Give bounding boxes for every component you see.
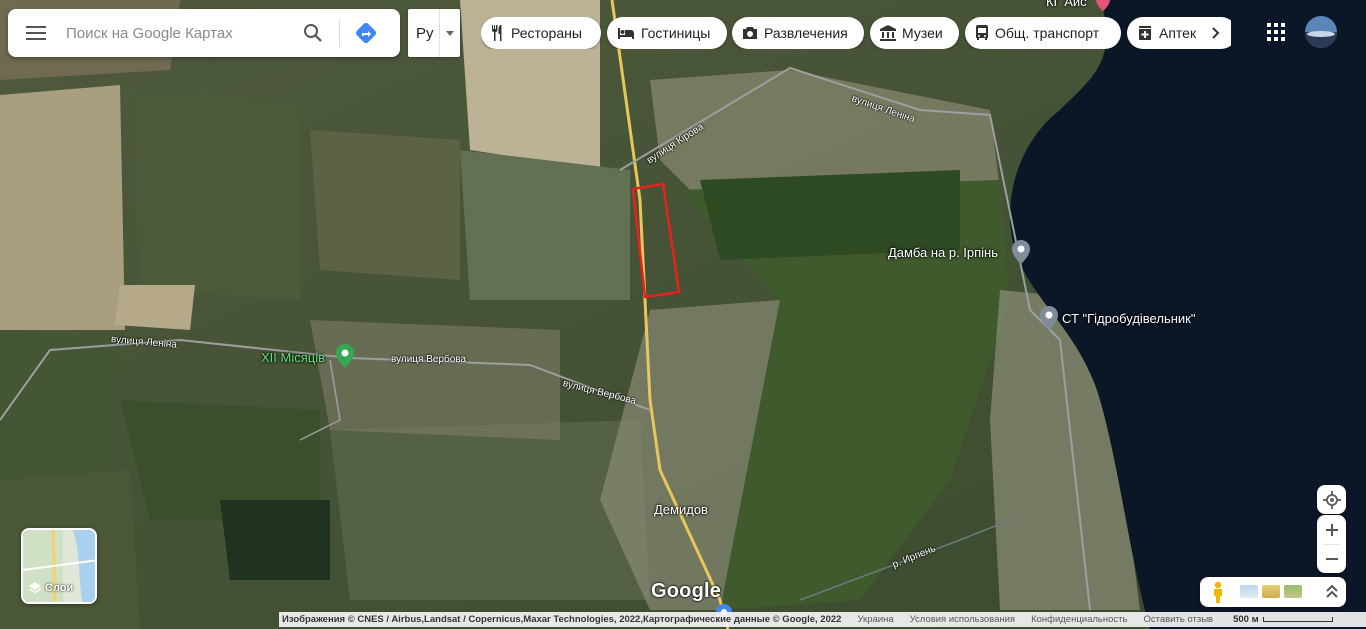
park-pin-icon[interactable] xyxy=(336,344,354,368)
google-logo: Google xyxy=(651,580,722,602)
imagery-credits: Изображения © CNES / Airbus,Landsat / Co… xyxy=(282,614,842,625)
location-pin-icon[interactable] xyxy=(1012,240,1030,264)
place-label-st-gidro[interactable]: СТ "Гідробудівельник" xyxy=(1062,311,1195,326)
street-view-tray xyxy=(1200,577,1346,607)
chip-label: Гостиницы xyxy=(641,25,711,41)
heart-pin-icon[interactable] xyxy=(1096,0,1110,12)
place-label-demidov[interactable]: Демидов xyxy=(654,502,708,517)
feedback-link[interactable]: Оставить отзыв xyxy=(1143,614,1213,625)
bus-icon xyxy=(976,25,988,40)
imagery-thumb-1[interactable] xyxy=(1240,585,1258,598)
chip-label: Рестораны xyxy=(511,25,582,41)
zoom-controls xyxy=(1317,515,1346,573)
chip-label: Развлечения xyxy=(764,25,848,41)
terms-link[interactable]: Условия использования xyxy=(910,614,1015,625)
place-label-damba[interactable]: Дамба на р. Ірпінь xyxy=(888,245,998,260)
caret-down-icon xyxy=(446,30,454,36)
search-icon xyxy=(304,24,322,42)
profile-photo-icon xyxy=(1305,16,1337,48)
apps-grid-icon xyxy=(1267,23,1285,41)
plus-icon xyxy=(1325,523,1338,536)
imagery-thumb-2[interactable] xyxy=(1262,585,1280,598)
avatar[interactable] xyxy=(1305,16,1337,48)
chip-transit[interactable]: Общ. транспорт xyxy=(965,17,1121,49)
imagery-thumb-3[interactable] xyxy=(1284,585,1302,598)
search-box xyxy=(8,9,400,57)
chips-next-button[interactable] xyxy=(1200,17,1231,49)
scale-line xyxy=(1262,617,1333,622)
language-select[interactable]: Ру xyxy=(408,9,460,57)
chip-restaurants[interactable]: Рестораны xyxy=(481,17,601,49)
chip-museums[interactable]: Музеи xyxy=(870,17,959,49)
my-location-button[interactable] xyxy=(1317,485,1346,514)
category-chips: Рестораны Гостиницы Развлечения Музеи Об… xyxy=(481,17,1231,49)
fork-knife-icon xyxy=(492,25,502,41)
layers-label: Слои xyxy=(29,582,73,594)
minus-icon xyxy=(1325,557,1338,560)
my-location-icon xyxy=(1322,490,1341,509)
pharmacy-icon xyxy=(1139,26,1151,40)
country-link[interactable]: Украина xyxy=(857,614,893,625)
language-value: Ру xyxy=(416,24,434,42)
pegman-icon[interactable] xyxy=(1210,581,1226,603)
layers-icon xyxy=(29,582,41,594)
menu-button[interactable] xyxy=(8,9,64,57)
google-apps-button[interactable] xyxy=(1262,18,1290,46)
chip-entertainment[interactable]: Развлечения xyxy=(732,17,864,49)
chevron-right-icon xyxy=(1211,27,1219,39)
expand-chevrons-icon[interactable] xyxy=(1324,583,1340,601)
search-input[interactable] xyxy=(64,23,293,43)
bed-icon xyxy=(618,28,634,39)
zoom-out-button[interactable] xyxy=(1317,544,1346,573)
museum-icon xyxy=(880,25,896,41)
attribution-bar: Изображения © CNES / Airbus,Landsat / Co… xyxy=(279,612,1366,627)
location-pin-icon[interactable] xyxy=(1040,306,1058,330)
place-label-top-partial[interactable]: КГ Аис xyxy=(1046,0,1087,9)
chip-label: Музеи xyxy=(902,25,943,41)
chip-label: Аптек xyxy=(1159,25,1197,41)
place-label-xii-misyatsiv[interactable]: XII Місяців xyxy=(261,350,325,365)
search-button[interactable] xyxy=(293,9,333,57)
chip-hotels[interactable]: Гостиницы xyxy=(607,17,727,49)
search-divider xyxy=(339,19,340,47)
camera-icon xyxy=(743,27,757,39)
directions-icon xyxy=(355,22,377,44)
privacy-link[interactable]: Конфиденциальность xyxy=(1031,614,1127,625)
chip-label: Общ. транспорт xyxy=(995,25,1100,41)
zoom-in-button[interactable] xyxy=(1317,515,1346,544)
layers-button[interactable]: Слои xyxy=(21,528,97,604)
hamburger-menu-icon xyxy=(26,26,46,40)
scale-label: 500 м xyxy=(1233,614,1259,625)
road-label-verbova-1: вулиця Вербова xyxy=(391,354,467,365)
language-dropdown-toggle[interactable] xyxy=(439,9,460,57)
scale-bar[interactable]: 500 м xyxy=(1225,614,1333,625)
directions-button[interactable] xyxy=(346,9,386,57)
